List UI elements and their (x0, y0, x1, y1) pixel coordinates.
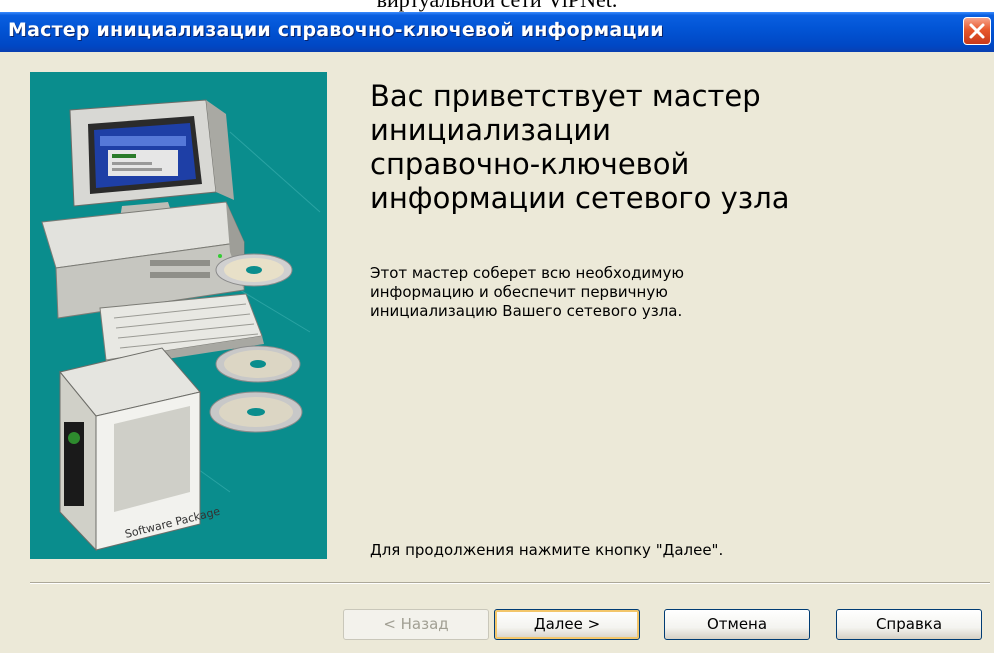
close-icon (969, 23, 985, 39)
title-bar[interactable]: Мастер инициализации справочно-ключевой … (0, 12, 994, 52)
description-line: Этот мастер соберет всю необходимую (370, 264, 685, 282)
back-button[interactable]: < Назад (343, 609, 489, 640)
wizard-description: Этот мастер соберет всю необходимую инфо… (370, 264, 890, 321)
heading-line: справочно-ключевой (370, 147, 690, 181)
button-separator (30, 582, 990, 584)
help-button[interactable]: Справка (836, 609, 982, 640)
description-line: инициализацию Вашего сетевого узла. (370, 302, 683, 320)
continue-hint: Для продолжения нажмите кнопку "Далее". (370, 541, 724, 559)
window-title: Мастер инициализации справочно-ключевой … (8, 19, 664, 41)
heading-line: информации сетевого узла (370, 181, 790, 215)
close-button[interactable] (963, 17, 991, 45)
software-box-icon: Software Package (59, 347, 222, 552)
welcome-heading: Вас приветствует мастер инициализации сп… (370, 79, 890, 215)
heading-line: Вас приветствует мастер (370, 79, 761, 113)
description-line: информацию и обеспечит первичную (370, 283, 668, 301)
next-button[interactable]: Далее > (494, 609, 640, 640)
cancel-button[interactable]: Отмена (664, 609, 810, 640)
wizard-side-panel: Software Package (30, 72, 327, 559)
cd-icon (215, 345, 301, 383)
monitor-icon (69, 99, 234, 218)
computer-illustration: Software Package (41, 99, 321, 552)
cd-icon (215, 253, 293, 287)
cd-icon (209, 391, 303, 433)
wizard-window: Мастер инициализации справочно-ключевой … (0, 12, 994, 653)
heading-line: инициализации (370, 113, 612, 147)
